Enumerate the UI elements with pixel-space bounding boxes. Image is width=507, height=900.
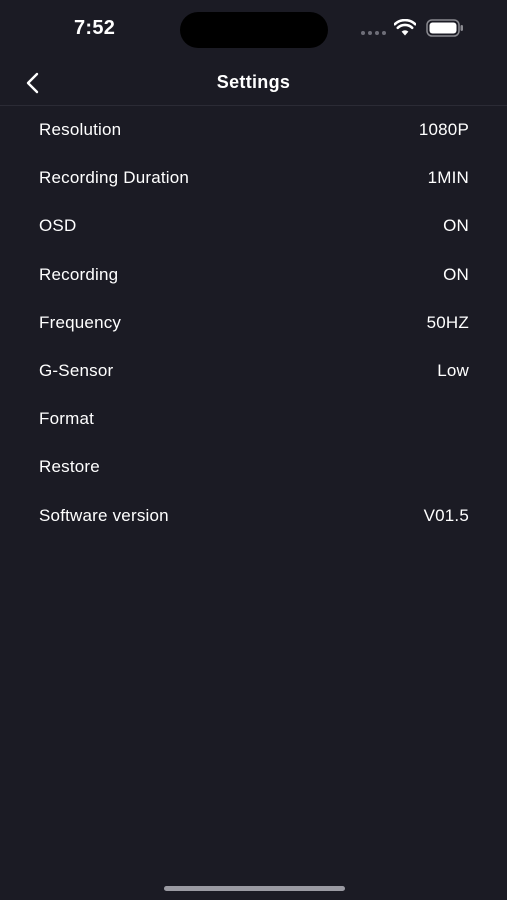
setting-label: Recording [39, 264, 119, 284]
setting-label: Format [39, 409, 95, 429]
setting-label: Recording Duration [39, 168, 190, 188]
settings-screen: 7:52 Settings Resolution 1080P Recording… [0, 0, 507, 900]
setting-row-software-version[interactable]: Software version V01.5 [0, 492, 507, 540]
dynamic-island [180, 12, 328, 48]
setting-label: G-Sensor [39, 361, 114, 381]
setting-row-resolution[interactable]: Resolution 1080P [0, 106, 507, 154]
setting-value: 1MIN [427, 168, 469, 188]
setting-row-recording-duration[interactable]: Recording Duration 1MIN [0, 154, 507, 202]
setting-label: Software version [39, 505, 169, 525]
battery-icon [426, 19, 463, 37]
status-bar: 7:52 [0, 0, 507, 60]
setting-row-osd[interactable]: OSD ON [0, 202, 507, 250]
setting-label: Resolution [39, 120, 122, 140]
setting-value: 1080P [418, 120, 469, 140]
setting-row-frequency[interactable]: Frequency 50HZ [0, 299, 507, 347]
home-indicator [164, 886, 345, 891]
setting-value: 50HZ [426, 312, 469, 332]
settings-list: Resolution 1080P Recording Duration 1MIN… [0, 106, 507, 540]
setting-value: V01.5 [423, 505, 469, 525]
setting-row-g-sensor[interactable]: G-Sensor Low [0, 347, 507, 395]
setting-row-format[interactable]: Format [0, 395, 507, 443]
setting-row-restore[interactable]: Restore [0, 443, 507, 491]
setting-value: Low [437, 361, 469, 381]
wifi-icon [394, 19, 416, 36]
page-title: Settings [216, 72, 291, 92]
setting-value: ON [443, 264, 469, 284]
status-time: 7:52 [74, 17, 116, 39]
setting-value: ON [443, 216, 469, 236]
setting-label: Frequency [39, 312, 122, 332]
cellular-signal-icon [361, 31, 386, 35]
navigation-bar: Settings [0, 60, 507, 106]
setting-label: Restore [39, 457, 100, 477]
setting-row-recording[interactable]: Recording ON [0, 251, 507, 299]
setting-label: OSD [39, 216, 77, 236]
